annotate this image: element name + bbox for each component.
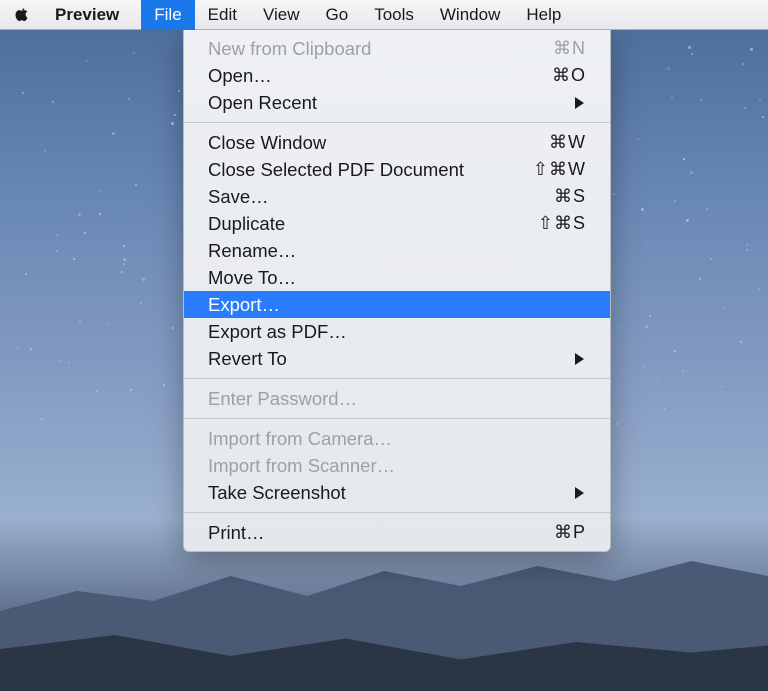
menu-item-export[interactable]: Export…: [184, 291, 610, 318]
menu-item-enter-password: Enter Password…: [184, 385, 610, 412]
menu-item-label: Open Recent: [208, 92, 575, 114]
menu-item-label: Export as PDF…: [208, 321, 586, 343]
menu-item-label: Save…: [208, 186, 554, 208]
menubar-app-name[interactable]: Preview: [51, 5, 123, 25]
menu-separator: [184, 512, 610, 513]
menu-item-move-to[interactable]: Move To…: [184, 264, 610, 291]
menu-item-label: Close Window: [208, 132, 549, 154]
menu-item-close-selected-pdf-document[interactable]: Close Selected PDF Document⇧⌘W: [184, 156, 610, 183]
menubar-item-tools[interactable]: Tools: [361, 0, 427, 30]
menu-item-import-from-scanner: Import from Scanner…: [184, 452, 610, 479]
menu-item-duplicate[interactable]: Duplicate⇧⌘S: [184, 210, 610, 237]
menu-item-shortcut: ⌘P: [554, 522, 586, 543]
menu-item-label: Revert To: [208, 348, 575, 370]
menubar-item-window[interactable]: Window: [427, 0, 513, 30]
menu-item-shortcut: ⌘N: [553, 38, 586, 59]
menu-item-export-as-pdf[interactable]: Export as PDF…: [184, 318, 610, 345]
menubar-item-file[interactable]: File: [141, 0, 194, 30]
menu-item-take-screenshot[interactable]: Take Screenshot: [184, 479, 610, 506]
menu-item-label: Rename…: [208, 240, 586, 262]
menu-item-label: Move To…: [208, 267, 586, 289]
apple-menu-icon[interactable]: [14, 6, 31, 23]
menu-item-label: Import from Scanner…: [208, 455, 586, 477]
menu-item-close-window[interactable]: Close Window⌘W: [184, 129, 610, 156]
menubar-item-edit[interactable]: Edit: [195, 0, 250, 30]
menu-item-print[interactable]: Print…⌘P: [184, 519, 610, 546]
menu-separator: [184, 378, 610, 379]
menu-item-label: Export…: [208, 294, 586, 316]
submenu-arrow-icon: [575, 353, 584, 365]
menu-item-label: New from Clipboard: [208, 38, 553, 60]
menu-item-save[interactable]: Save…⌘S: [184, 183, 610, 210]
menu-item-shortcut: ⇧⌘W: [533, 159, 586, 180]
menu-item-label: Print…: [208, 522, 554, 544]
menu-item-new-from-clipboard: New from Clipboard⌘N: [184, 35, 610, 62]
menu-item-label: Open…: [208, 65, 552, 87]
menubar-item-go[interactable]: Go: [313, 0, 362, 30]
menubar-item-view[interactable]: View: [250, 0, 313, 30]
menu-item-shortcut: ⌘S: [554, 186, 586, 207]
menu-separator: [184, 122, 610, 123]
menu-item-import-from-camera: Import from Camera…: [184, 425, 610, 452]
menu-item-label: Duplicate: [208, 213, 538, 235]
menu-item-shortcut: ⌘W: [549, 132, 586, 153]
menu-item-label: Enter Password…: [208, 388, 586, 410]
menu-item-revert-to[interactable]: Revert To: [184, 345, 610, 372]
submenu-arrow-icon: [575, 97, 584, 109]
menubar: Preview FileEditViewGoToolsWindowHelp: [0, 0, 768, 30]
menu-item-shortcut: ⇧⌘S: [538, 213, 586, 234]
menu-item-shortcut: ⌘O: [552, 65, 586, 86]
menu-item-label: Import from Camera…: [208, 428, 586, 450]
menu-item-open[interactable]: Open…⌘O: [184, 62, 610, 89]
submenu-arrow-icon: [575, 487, 584, 499]
menu-item-label: Take Screenshot: [208, 482, 575, 504]
menu-item-label: Close Selected PDF Document: [208, 159, 533, 181]
menu-item-rename[interactable]: Rename…: [184, 237, 610, 264]
menubar-item-help[interactable]: Help: [513, 0, 574, 30]
file-menu-dropdown: New from Clipboard⌘NOpen…⌘OOpen RecentCl…: [183, 30, 611, 552]
menu-separator: [184, 418, 610, 419]
menu-item-open-recent[interactable]: Open Recent: [184, 89, 610, 116]
